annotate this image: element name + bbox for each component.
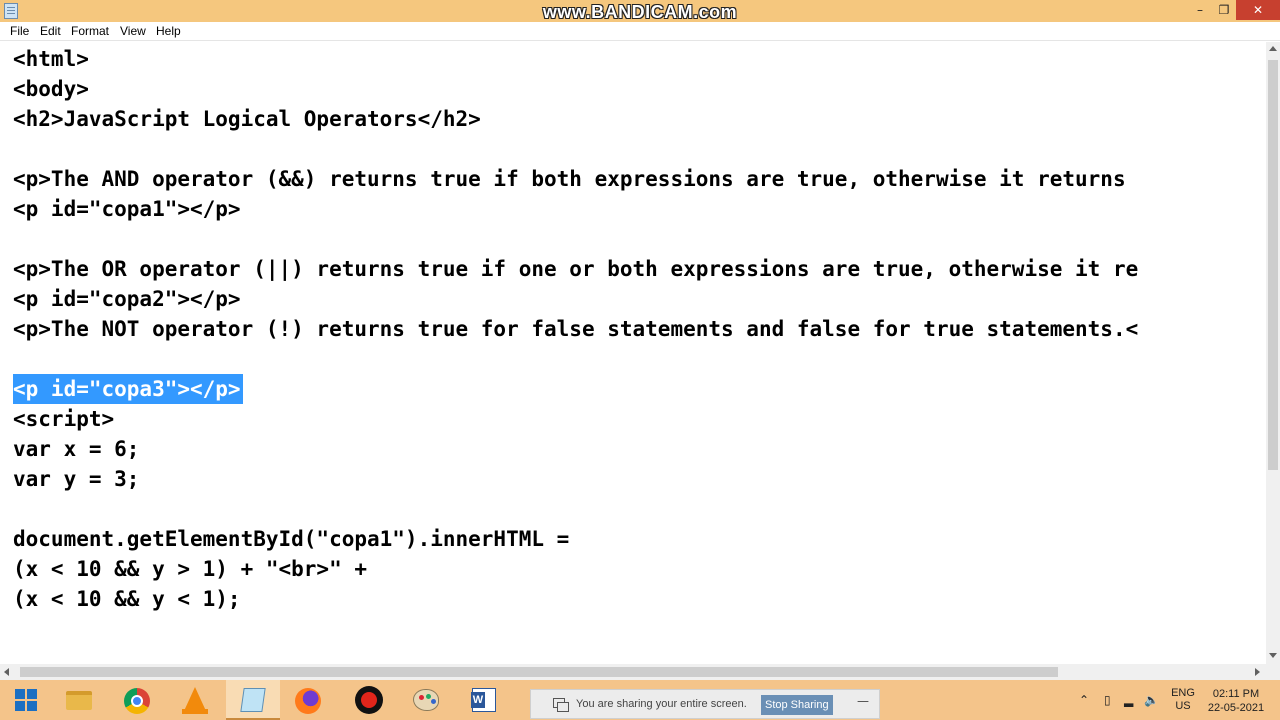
firefox-icon (295, 688, 321, 714)
scroll-left-arrow-icon[interactable] (4, 668, 9, 676)
menu-format[interactable]: Format (71, 24, 109, 38)
title-bar: www.BANDICAM.com – ❐ ✕ (0, 0, 1280, 22)
clock-date: 22-05-2021 (1207, 702, 1265, 714)
word-icon (471, 688, 496, 712)
horizontal-scrollbar[interactable] (0, 664, 1266, 680)
volume-icon[interactable]: 🔈 (1144, 693, 1159, 707)
maximize-button[interactable]: ❐ (1212, 0, 1236, 20)
windows-logo-icon (15, 689, 37, 711)
taskbar-firefox[interactable] (281, 680, 335, 720)
code-line: <p>The AND operator (&&) returns true if… (13, 167, 1126, 191)
stop-sharing-button[interactable]: Stop Sharing (761, 695, 833, 715)
text-editor[interactable]: <html> <body> <h2>JavaScript Logical Ope… (0, 42, 1266, 664)
code-line: var x = 6; (13, 437, 140, 461)
code-line: <body> (13, 77, 89, 101)
taskbar-vlc[interactable] (168, 680, 222, 720)
network-signal-icon[interactable]: ▂ (1124, 693, 1133, 707)
clock-time: 02:11 PM (1212, 688, 1260, 700)
sharing-notice-text: You are sharing your entire screen. (576, 698, 747, 710)
menu-view[interactable]: View (120, 24, 146, 38)
code-line: <p>The OR operator (||) returns true if … (13, 257, 1139, 281)
record-icon (355, 686, 383, 714)
code-line: <html> (13, 47, 89, 71)
code-line: <script> (13, 407, 115, 431)
close-button[interactable]: ✕ (1236, 0, 1280, 20)
bandicam-watermark: www.BANDICAM.com (542, 2, 738, 22)
code-line: document.getElementById("copa1").innerHT… (13, 527, 570, 551)
vlc-cone-icon (182, 687, 208, 714)
code-line: (x < 10 && y > 1) + "<br>" + (13, 557, 368, 581)
paint-palette-icon (413, 689, 439, 711)
menu-bar: File Edit Format View Help (0, 22, 1280, 41)
minimize-button[interactable]: – (1188, 0, 1212, 20)
selected-code-line: <p id="copa3"></p> (13, 374, 243, 404)
menu-edit[interactable]: Edit (40, 24, 61, 38)
show-hidden-icons-chevron-icon[interactable]: ⌃ (1079, 693, 1089, 707)
battery-icon[interactable]: ▯ (1104, 693, 1111, 707)
taskbar-chrome[interactable] (110, 680, 164, 720)
folder-icon (66, 691, 92, 710)
taskbar-word[interactable] (457, 680, 511, 720)
region-label: US (1175, 700, 1191, 712)
code-line: <p id="copa1"></p> (13, 197, 241, 221)
code-line: var y = 3; (13, 467, 140, 491)
screen-sharing-bar: You are sharing your entire screen. Stop… (530, 689, 880, 719)
scrollbar-corner (1266, 664, 1280, 680)
language-indicator[interactable]: ENG US (1168, 687, 1198, 713)
horizontal-scroll-thumb[interactable] (20, 667, 1058, 677)
scroll-down-arrow-icon[interactable] (1269, 653, 1277, 658)
code-line: <p id="copa2"></p> (13, 287, 241, 311)
vertical-scrollbar[interactable] (1266, 42, 1280, 664)
code-line: <h2>JavaScript Logical Operators</h2> (13, 107, 481, 131)
language-label: ENG (1171, 687, 1195, 699)
menu-help[interactable]: Help (156, 24, 181, 38)
screen-share-icon (553, 698, 569, 712)
taskbar-bandicam[interactable] (342, 680, 396, 720)
notepad-icon (240, 688, 266, 712)
taskbar-file-explorer[interactable] (52, 680, 106, 720)
taskbar-paint[interactable] (399, 680, 453, 720)
system-clock[interactable]: 02:11 PM 22-05-2021 (1204, 687, 1268, 715)
code-line: (x < 10 && y < 1); (13, 587, 241, 611)
code-line: <p>The NOT operator (!) returns true for… (13, 317, 1139, 341)
vertical-scroll-thumb[interactable] (1268, 60, 1278, 470)
sharing-bar-minimize-button[interactable]: — (857, 694, 869, 708)
chrome-icon (124, 688, 150, 714)
menu-file[interactable]: File (10, 24, 29, 38)
start-button[interactable] (0, 680, 54, 720)
taskbar-notepad[interactable] (226, 680, 280, 720)
scroll-right-arrow-icon[interactable] (1255, 668, 1260, 676)
scroll-up-arrow-icon[interactable] (1269, 46, 1277, 51)
